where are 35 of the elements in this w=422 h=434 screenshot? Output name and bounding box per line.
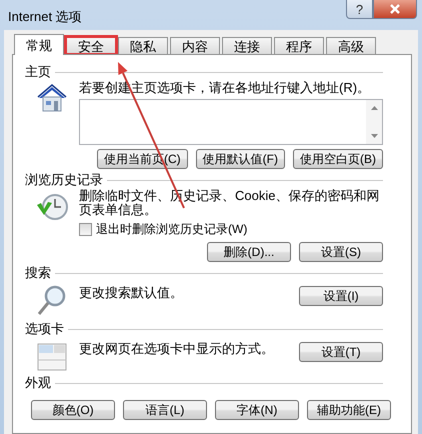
tab[interactable]: 高级: [326, 37, 376, 54]
button[interactable]: 设置(S): [299, 242, 383, 262]
group-heading: 浏览历史记录: [25, 171, 103, 189]
homepage-address-field[interactable]: [79, 99, 383, 145]
group-heading: 搜索: [25, 264, 51, 282]
scroll-down-icon: [370, 134, 378, 138]
scroll-up-icon: [370, 106, 378, 110]
description: 更改网页在选项卡中显示的方式。: [79, 342, 274, 356]
button[interactable]: 使用默认值(F): [196, 149, 285, 169]
house-icon: [35, 83, 69, 113]
group-heading: 选项卡: [25, 320, 64, 338]
button[interactable]: 使用空白页(B): [293, 149, 383, 169]
tab[interactable]: 常规: [14, 34, 64, 55]
tab[interactable]: 内容: [170, 37, 220, 54]
tab[interactable]: 程序: [274, 37, 324, 54]
checkbox[interactable]: [79, 223, 92, 236]
button[interactable]: 设置(T): [299, 342, 383, 362]
clock-icon: [35, 191, 69, 223]
button[interactable]: 辅助功能(E): [307, 400, 391, 420]
button[interactable]: 语言(L): [123, 400, 207, 420]
description: 更改搜索默认值。: [79, 286, 183, 300]
help-button[interactable]: ?: [346, 0, 373, 19]
button[interactable]: 颜色(O): [31, 400, 115, 420]
group-heading: 外观: [25, 374, 51, 392]
button[interactable]: 删除(D)...: [207, 242, 291, 262]
button[interactable]: 字体(N): [215, 400, 299, 420]
checkbox-label: 退出时删除浏览历史记录(W): [96, 221, 248, 238]
group-heading: 主页: [25, 63, 51, 81]
close-button[interactable]: [373, 0, 417, 19]
tab[interactable]: 连接: [222, 37, 272, 54]
button[interactable]: 设置(I): [299, 286, 383, 306]
close-icon: [389, 4, 401, 14]
tab[interactable]: 安全: [66, 37, 116, 54]
window-title: Internet 选项: [8, 8, 83, 26]
tab[interactable]: 隐私: [118, 37, 168, 54]
